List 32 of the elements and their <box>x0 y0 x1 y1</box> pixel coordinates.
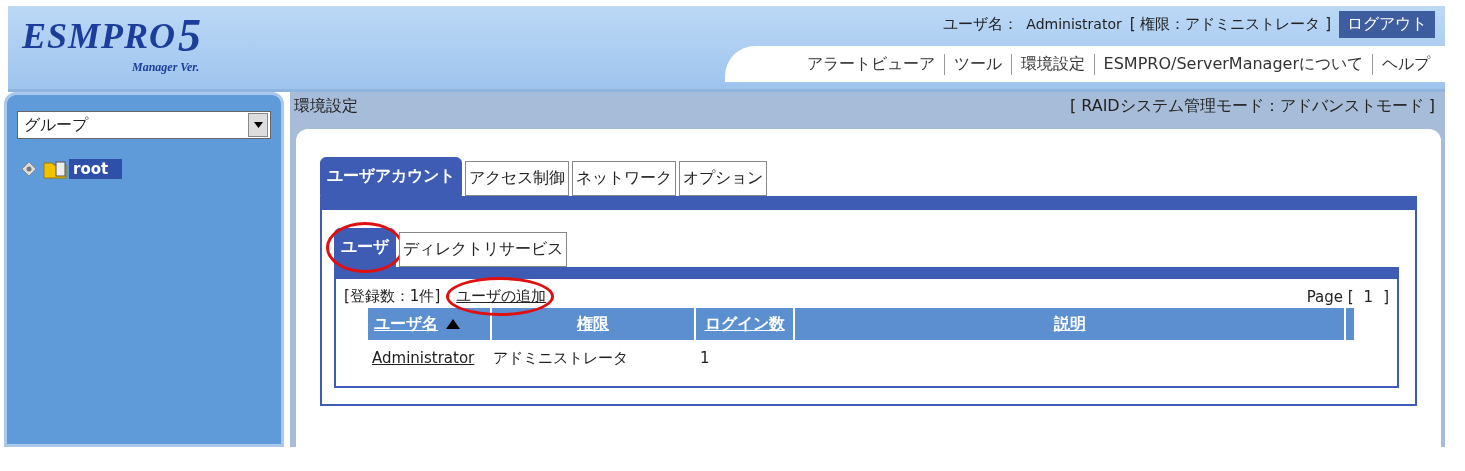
nav-link[interactable]: アラートビューア <box>797 53 944 75</box>
tab[interactable]: ユーザアカウント <box>320 157 462 196</box>
nav-link[interactable]: 環境設定 <box>1010 53 1094 75</box>
user-name-link[interactable]: Administrator <box>372 349 475 367</box>
group-select[interactable]: グループ <box>17 111 271 139</box>
logo-name: ESMPRO <box>22 15 177 58</box>
folder-icon <box>43 159 67 179</box>
user-label: ユーザ名： <box>943 14 1019 34</box>
page-label-end: ] <box>1383 287 1389 306</box>
expand-icon[interactable] <box>21 161 37 177</box>
table-cell: 1 <box>700 349 710 367</box>
tab[interactable]: アクセス制御 <box>465 161 569 196</box>
mode-label: [ RAIDシステム管理モード：アドバンストモード ] <box>1069 96 1435 117</box>
user-name: Administrator <box>1026 16 1122 32</box>
logout-button[interactable]: ログアウト <box>1339 10 1435 38</box>
tab[interactable]: ユーザ <box>334 228 396 267</box>
tab[interactable]: ディレクトリサービス <box>399 232 567 267</box>
tab[interactable]: ネットワーク <box>572 161 676 196</box>
nav-link[interactable]: ESMPRO/ServerManagerについて <box>1093 53 1372 75</box>
page-title: 環境設定 <box>294 96 358 117</box>
nav-link[interactable]: ツール <box>943 53 1011 75</box>
page-number[interactable]: 1 <box>1363 287 1374 306</box>
count-label: [登録数：1件] <box>344 287 441 306</box>
logo-subtitle: Manager Ver. <box>132 60 201 75</box>
table-cell: アドミニストレータ <box>493 348 628 367</box>
page-label: Page [ <box>1306 287 1354 306</box>
tab[interactable]: オプション <box>679 161 767 196</box>
add-user-link[interactable]: ユーザの追加 <box>456 287 547 305</box>
user-role: [ 権限：アドミニストレータ ] <box>1129 14 1331 34</box>
nav-link[interactable]: ヘルプ <box>1372 53 1439 75</box>
logo-version: 5 <box>178 14 203 58</box>
tree-item[interactable]: root <box>69 159 123 179</box>
